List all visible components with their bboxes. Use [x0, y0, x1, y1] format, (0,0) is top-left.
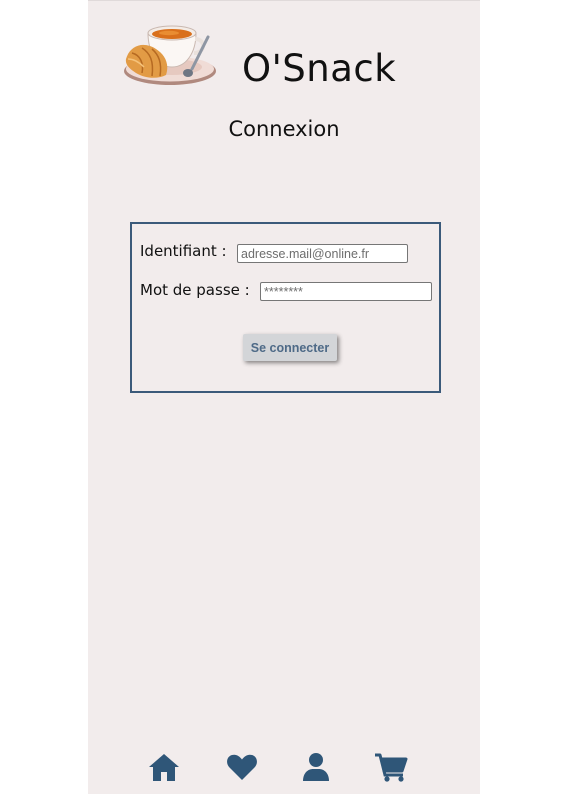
login-button[interactable]: Se connecter — [243, 334, 337, 361]
tea-croissant-logo-icon — [124, 25, 216, 85]
login-form: Identifiant : Mot de passe : Se connecte… — [130, 222, 441, 393]
nav-account-button[interactable] — [296, 749, 336, 785]
app-container: O'Snack Connexion Identifiant : Mot de p… — [88, 0, 480, 794]
user-icon — [303, 753, 329, 781]
brand-name: O'Snack — [242, 47, 397, 90]
cart-icon — [375, 753, 408, 782]
nav-cart-button[interactable] — [371, 749, 411, 785]
heart-icon — [227, 754, 257, 780]
nav-favorites-button[interactable] — [222, 749, 262, 785]
identifier-label: Identifiant : — [140, 242, 227, 260]
page-title: Connexion — [228, 117, 340, 141]
password-input[interactable] — [260, 282, 432, 301]
identifier-input[interactable] — [237, 244, 408, 263]
password-label: Mot de passe : — [140, 281, 250, 299]
nav-home-button[interactable] — [144, 749, 184, 785]
home-icon — [149, 754, 179, 781]
bottom-nav — [88, 749, 480, 789]
